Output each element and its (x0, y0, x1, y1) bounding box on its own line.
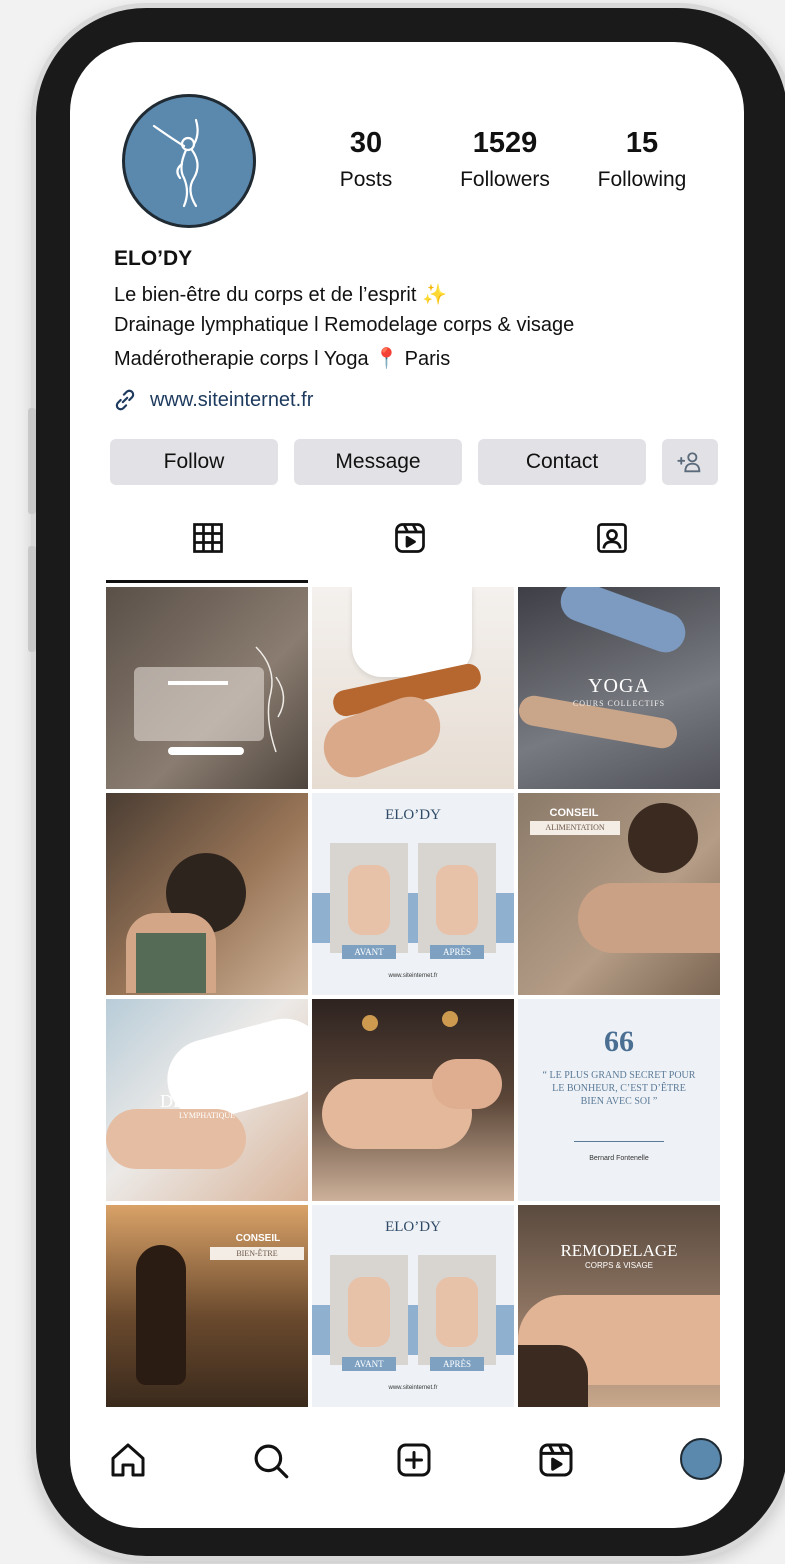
post-subtitle: LYMPHATIQUE (178, 1111, 236, 1120)
contact-button[interactable]: Contact (478, 439, 646, 485)
review-card (134, 667, 264, 741)
after-label: APRÈS (430, 945, 484, 959)
post-tile[interactable]: ELO’DY AVANT APRÈS www.siteinternet.fr (312, 1205, 514, 1407)
before-label: AVANT (342, 945, 396, 959)
profile-avatar[interactable] (680, 1438, 722, 1480)
followers-count[interactable]: 1529 Followers (440, 126, 570, 192)
yoga-person (555, 587, 691, 659)
bokeh-light (362, 1015, 378, 1031)
silhouette-logo-icon (152, 118, 199, 208)
following-count-value: 15 (625, 127, 659, 159)
back-shape (578, 883, 720, 953)
suggest-people-button[interactable] (662, 439, 718, 485)
sports-top (136, 933, 206, 993)
quote-mark: 66 (604, 1025, 634, 1058)
post-title: CONSEIL (235, 1233, 281, 1244)
reels-icon[interactable] (536, 1440, 576, 1485)
bio-line-3: Madérotherapie corps l Yoga 📍 Paris (114, 348, 451, 370)
add-person-icon (677, 452, 701, 473)
post-tile[interactable] (312, 587, 514, 789)
post-tile[interactable]: YOGA COURS COLLECTIFS (518, 587, 720, 789)
posts-count-value: 30 (349, 127, 383, 159)
meditating-person (136, 1245, 186, 1385)
post-title: CONSEIL (549, 807, 599, 819)
profile-name: ELO’DY (114, 247, 193, 270)
quote-author: Bernard Fontenelle (589, 1155, 649, 1162)
hair-shape (518, 1345, 588, 1407)
post-tile[interactable]: CONSEIL BIEN-ÊTRE (106, 1205, 308, 1407)
new-post-icon[interactable] (394, 1440, 434, 1485)
reels-tab[interactable] (392, 520, 428, 561)
app-screen: 30 Posts 1529 Followers 15 Following ELO… (70, 42, 744, 1528)
body-before (348, 1277, 390, 1347)
followers-count-value: 1529 (472, 127, 538, 159)
before-label: AVANT (342, 1357, 396, 1371)
body-after (436, 865, 478, 935)
post-brand: ELO’DY (385, 807, 441, 823)
review-stars (168, 681, 228, 685)
bio-line-2: Drainage lymphatique l Remodelage corps … (114, 314, 575, 336)
divider (574, 1141, 664, 1142)
post-subtitle: BIEN-ÊTRE (210, 1247, 304, 1260)
following-count[interactable]: 15 Following (580, 126, 704, 192)
hair-bun (628, 803, 698, 873)
posts-count[interactable]: 30 Posts (326, 126, 406, 192)
post-tile[interactable]: REMODELAGE CORPS & VISAGE (518, 1205, 720, 1407)
silhouette-line-art (255, 646, 285, 753)
body-after (436, 1277, 478, 1347)
after-label: APRÈS (430, 1357, 484, 1371)
reels-icon (395, 523, 425, 553)
website-text: www.siteinternet.fr (150, 388, 314, 411)
post-tile[interactable] (106, 587, 308, 789)
post-tile[interactable] (312, 999, 514, 1201)
post-title: YOGA (588, 675, 650, 697)
hands-shape (432, 1059, 502, 1109)
message-button[interactable]: Message (294, 439, 462, 485)
bio-line-1: Le bien-être du corps et de l’esprit ✨ (114, 284, 447, 306)
following-count-label: Following (597, 168, 687, 191)
post-tile[interactable] (106, 793, 308, 995)
phone-volume-button (28, 546, 36, 652)
post-subtitle: ALIMENTATION (530, 821, 620, 835)
post-brand: ELO’DY (385, 1219, 441, 1235)
website-link[interactable]: www.siteinternet.fr (112, 387, 313, 413)
profile-avatar-large[interactable] (122, 94, 256, 228)
follow-button[interactable]: Follow (110, 439, 278, 485)
quote-text: “ LE PLUS GRAND SECRET POUR LE BONHEUR, … (542, 1070, 696, 1107)
post-footer: www.siteinternet.fr (388, 973, 438, 979)
bottom-nav (70, 1422, 744, 1512)
post-tile[interactable]: CONSEIL ALIMENTATION (518, 793, 720, 995)
search-icon[interactable] (250, 1440, 292, 1487)
therapist-uniform (352, 587, 472, 677)
tagged-tab[interactable] (594, 520, 630, 561)
bokeh-light (442, 1011, 458, 1027)
followers-count-label: Followers (460, 168, 550, 191)
post-title: REMODELAGE (560, 1241, 678, 1260)
review-button (168, 747, 244, 755)
tagged-person-icon (597, 523, 627, 553)
phone-silent-switch (28, 408, 36, 514)
post-subtitle: CORPS & VISAGE (584, 1261, 654, 1270)
link-icon (115, 389, 135, 411)
grid-tab[interactable] (190, 520, 226, 561)
home-icon[interactable] (108, 1440, 148, 1485)
post-tile[interactable]: ELO’DY AVANT APRÈS www.siteinternet.fr (312, 793, 514, 995)
grid-icon (193, 523, 223, 553)
post-subtitle: COURS COLLECTIFS (572, 699, 666, 708)
post-title: DRAINAGE (160, 1091, 254, 1111)
post-tile[interactable]: 66 “ LE PLUS GRAND SECRET POUR LE BONHEU… (518, 999, 720, 1201)
active-tab-indicator (106, 580, 308, 583)
posts-count-label: Posts (339, 168, 393, 191)
post-footer: www.siteinternet.fr (388, 1385, 438, 1391)
post-tile[interactable]: DRAINAGE LYMPHATIQUE (106, 999, 308, 1201)
body-before (348, 865, 390, 935)
